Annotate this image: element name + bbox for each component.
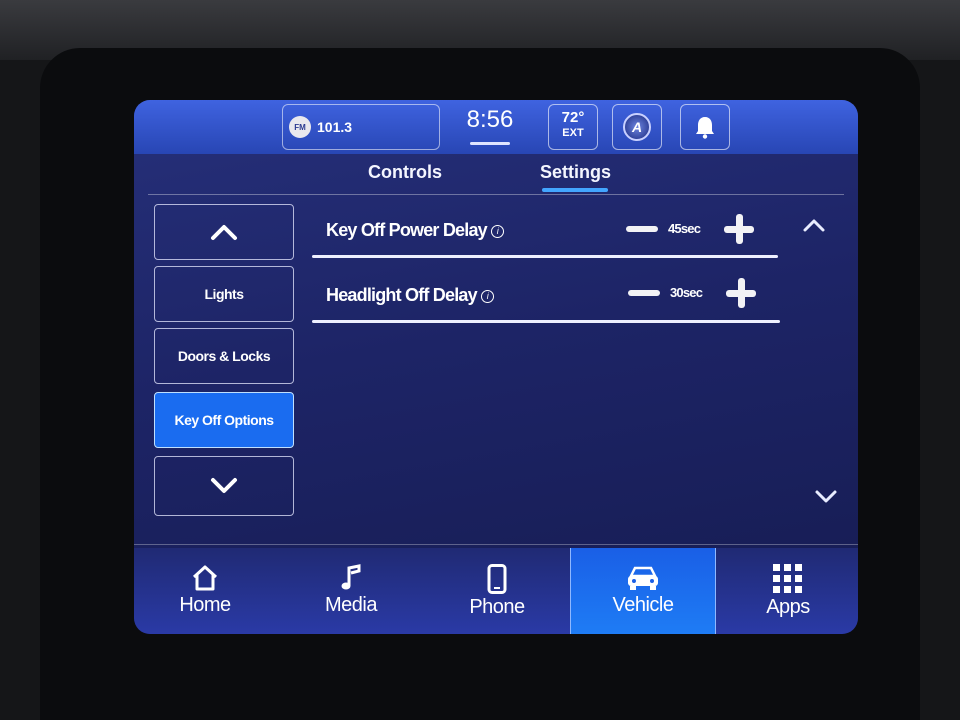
active-tab-indicator bbox=[542, 188, 608, 192]
decrease-headlight-off-delay-button[interactable] bbox=[628, 290, 660, 296]
nav-vehicle-label: Vehicle bbox=[612, 594, 675, 616]
nav-phone-label: Phone bbox=[469, 596, 525, 618]
menu-item-key-off-options[interactable]: Key Off Options bbox=[154, 392, 294, 448]
increase-headlight-off-delay-button[interactable] bbox=[726, 278, 756, 308]
pull-down-handle[interactable] bbox=[470, 142, 510, 145]
notifications-button[interactable] bbox=[680, 104, 730, 150]
home-icon bbox=[192, 565, 218, 591]
row-divider bbox=[312, 255, 778, 258]
tab-controls[interactable]: Controls bbox=[368, 162, 442, 183]
phone-icon bbox=[487, 564, 507, 594]
menu-item-doors-locks[interactable]: Doors & Locks bbox=[154, 328, 294, 384]
nav-vehicle[interactable]: Vehicle bbox=[570, 548, 716, 634]
setting-label-headlight-off-delay: Headlight Off Delay bbox=[326, 285, 478, 305]
nav-apps[interactable]: Apps bbox=[718, 548, 858, 634]
nav-apps-label: Apps bbox=[766, 596, 810, 618]
fm-band-icon: FM bbox=[289, 116, 311, 138]
navigation-badge-icon: A bbox=[623, 113, 651, 141]
bottom-nav: Home Media Phone Vehicle Apps bbox=[134, 548, 858, 634]
decrease-key-off-power-delay-button[interactable] bbox=[626, 226, 658, 232]
tab-settings[interactable]: Settings bbox=[540, 162, 611, 183]
menu-item-lights[interactable]: Lights bbox=[154, 266, 294, 322]
key-off-power-delay-value: 45sec bbox=[668, 221, 701, 236]
setting-label-key-off-power-delay: Key Off Power Delay bbox=[326, 220, 488, 240]
music-note-icon bbox=[341, 564, 361, 590]
chevron-up-icon bbox=[211, 225, 237, 240]
nav-media[interactable]: Media bbox=[280, 548, 422, 634]
status-bar: FM 101.3 8:56 72° EXT A bbox=[134, 100, 858, 154]
nav-phone[interactable]: Phone bbox=[426, 548, 568, 634]
bell-icon bbox=[696, 117, 714, 139]
nav-media-label: Media bbox=[325, 594, 377, 616]
info-icon[interactable]: i bbox=[480, 290, 494, 303]
list-scroll-up-icon[interactable] bbox=[802, 214, 826, 238]
increase-key-off-power-delay-button[interactable] bbox=[724, 214, 754, 244]
menu-scroll-up-button[interactable] bbox=[154, 204, 294, 260]
tabs-divider bbox=[148, 194, 844, 195]
temperature-value: 72° bbox=[561, 109, 585, 126]
headlight-off-delay-value: 30sec bbox=[670, 285, 703, 300]
nav-home-label: Home bbox=[179, 594, 231, 616]
clock: 8:56 bbox=[466, 106, 514, 133]
radio-now-playing[interactable]: FM 101.3 bbox=[282, 104, 440, 150]
radio-frequency: 101.3 bbox=[317, 119, 353, 135]
nav-home[interactable]: Home bbox=[134, 548, 276, 634]
navigation-button[interactable]: A bbox=[612, 104, 662, 150]
infotainment-screen: FM 101.3 8:56 72° EXT A Controls Setting… bbox=[134, 100, 858, 634]
info-icon[interactable]: i bbox=[490, 225, 504, 238]
menu-scroll-down-button[interactable] bbox=[154, 456, 294, 516]
temperature-label: EXT bbox=[562, 127, 584, 139]
outside-temperature: 72° EXT bbox=[548, 104, 598, 150]
bottom-nav-divider bbox=[134, 544, 858, 545]
car-icon bbox=[628, 566, 658, 590]
setting-row-label: Headlight Off Delay i bbox=[326, 285, 494, 306]
apps-grid-icon bbox=[773, 564, 802, 593]
setting-row-label: Key Off Power Delay i bbox=[326, 220, 504, 241]
row-divider bbox=[312, 320, 780, 323]
list-scroll-down-icon[interactable] bbox=[814, 484, 838, 508]
chevron-down-icon bbox=[211, 478, 237, 493]
